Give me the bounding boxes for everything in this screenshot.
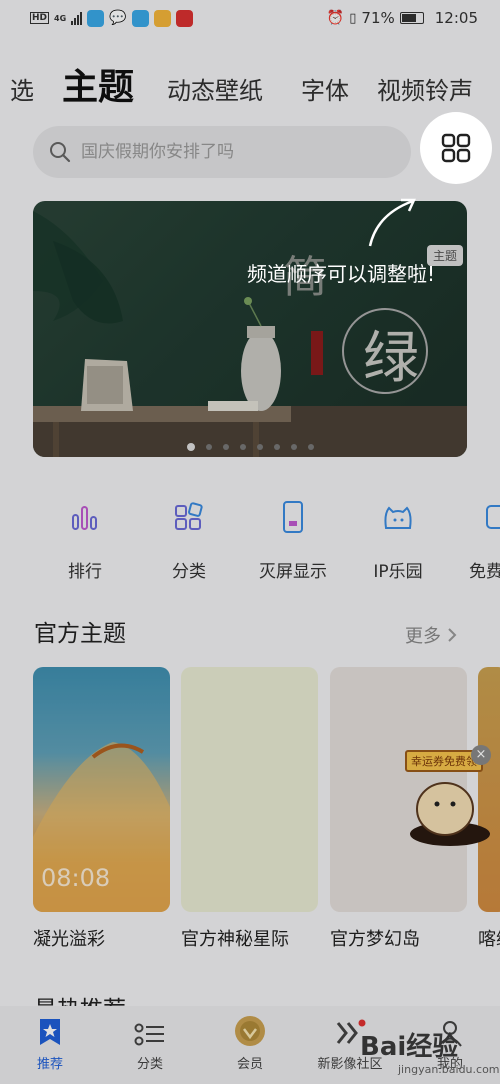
card-time: 08:08 [41,864,111,892]
search-icon [50,142,71,163]
aod-icon [283,501,303,533]
search-input[interactable] [81,142,381,162]
theme-card-label: 喀纳 [478,929,500,950]
tab-font[interactable]: 字体 [301,71,349,106]
quick-nav-ranking[interactable]: 排行 [30,495,140,582]
watermark-text: Bai经验 [360,1032,459,1062]
app-notification-icon [131,9,149,27]
theme-card-label: 凝光溢彩 [33,929,105,950]
more-label: 更多 [405,626,441,647]
search-bar[interactable] [33,126,411,178]
signal-icon [71,11,83,25]
quick-nav-category[interactable]: 分类 [134,495,244,582]
quick-nav-free[interactable]: 免费 [447,495,500,582]
wechat-icon: 💬 [109,10,127,26]
quick-nav-ip-park[interactable]: IP乐园 [343,495,453,582]
ranking-icon [72,506,97,530]
category-icon [175,502,203,530]
section-title: 官方主题 [34,621,126,647]
alarm-icon: ⏰ [326,10,345,26]
hamster-icon [410,782,490,846]
more-link[interactable]: 更多 [405,622,457,648]
theme-card-label: 官方神秘星际 [181,929,289,950]
chevron-right-icon [448,628,457,642]
network-type: 4G [54,13,67,23]
quick-nav-label: 分类 [172,562,206,582]
vip-badge-icon [235,1016,265,1046]
vibrate-icon: ▯ [349,10,357,26]
status-left: HD 4G 💬 [30,9,193,27]
guide-arrow-icon [368,198,416,247]
quick-nav-label: 排行 [68,562,102,582]
tab-theme[interactable]: 主题 [62,58,134,110]
floating-promo[interactable]: 幸运券免费领 × [405,745,495,846]
free-icon [486,505,500,529]
watermark: Bai经验 jingyan.baidu.com [360,1026,500,1076]
carousel-indicator [33,443,467,451]
nav-recommend[interactable]: 推荐 [0,1006,100,1084]
guide-hint-text: 频道顺序可以调整啦! [247,262,436,286]
quick-nav-label: 免费 [469,562,500,582]
app-notification-icon [175,9,193,27]
nav-label: 会员 [236,1057,263,1072]
grid-icon [441,133,471,163]
ip-park-icon [384,506,412,529]
list-icon [134,1023,164,1046]
channel-tabs: 选 主题 动态壁纸 字体 视频铃声 [0,56,500,112]
quick-nav-label: IP乐园 [373,562,423,582]
status-bar: HD 4G 💬 ⏰ ▯ 71% 12:05 [0,0,500,36]
nav-label: 推荐 [36,1057,63,1072]
clock: 12:05 [434,9,478,27]
network-label: HD [30,12,50,24]
nav-label: 分类 [136,1057,163,1072]
nav-vip[interactable]: 会员 [200,1006,300,1084]
watermark-sub: jingyan.baidu.com [398,1063,500,1076]
quick-nav-aod[interactable]: 灭屏显示 [238,495,348,582]
close-icon[interactable]: × [471,745,491,765]
theme-card-label: 官方梦幻岛 [330,929,420,950]
battery-percent: 71% [361,9,395,27]
banner-title-char2: 绿 [363,326,419,391]
bookmark-star-icon [40,1019,60,1045]
quick-nav-label: 灭屏显示 [259,562,327,582]
theme-card[interactable]: 08:08 [33,667,170,912]
app-notification-icon [153,9,171,27]
theme-card[interactable] [181,667,318,912]
nav-category[interactable]: 分类 [100,1006,200,1084]
tab-video-ringtone[interactable]: 视频铃声 [377,71,473,106]
tab-selected-partial[interactable]: 选 [10,71,34,106]
channel-order-button[interactable] [420,112,492,184]
status-right: ⏰ ▯ 71% 12:05 [327,9,478,27]
quick-nav: 排行 分类 灭屏显示 IP乐园 免费 [0,495,500,585]
battery-icon [399,12,424,24]
tab-live-wallpaper[interactable]: 动态壁纸 [167,71,263,106]
app-notification-icon [87,9,105,27]
